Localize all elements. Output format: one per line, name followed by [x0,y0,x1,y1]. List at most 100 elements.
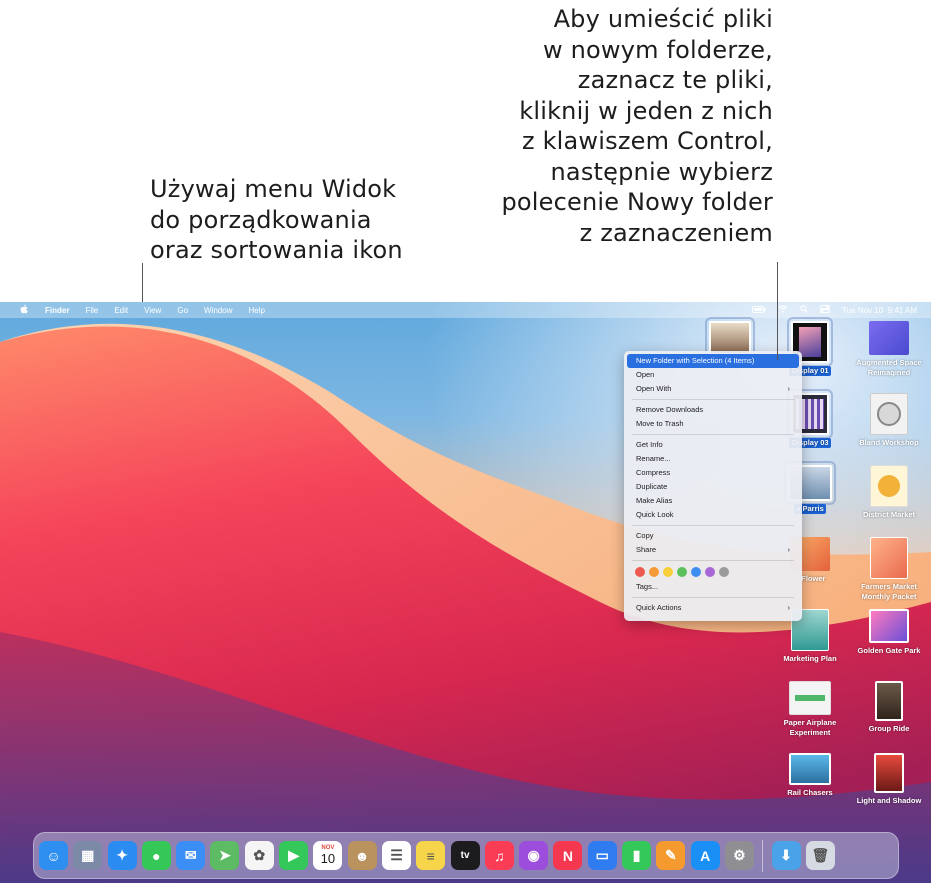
callout-line: zaznacz te pliki, [577,66,773,94]
menu-item-label: Open With [636,384,672,393]
menu-item-new-folder-with-selection[interactable]: New Folder with Selection (4 Items) [627,354,799,368]
messages-icon[interactable]: ● [141,841,171,870]
menu-item-get-info[interactable]: Get Info [627,438,799,452]
tag-color-dot[interactable] [705,567,715,577]
callout-line: do porządkowania [150,205,372,234]
menu-item-share[interactable]: Share › [627,543,799,557]
menu-bar: Finder File Edit View Go Window Help Tue… [0,302,931,318]
desktop-file-paper-airplane[interactable]: Paper Airplane Experiment [770,681,850,738]
calendar-day: 10 [320,851,336,866]
downloads-folder-icon[interactable]: ⬇ [771,841,801,870]
photos-icon[interactable]: ✿ [244,841,274,870]
calendar-icon[interactable]: NOV 10 [313,841,343,870]
menu-item-open[interactable]: Open [627,368,799,382]
pages-icon[interactable]: ✎ [656,841,686,870]
search-icon[interactable] [800,305,808,315]
contacts-icon[interactable]: ☻ [347,841,377,870]
callout-line: oraz sortowania ikon [150,236,403,264]
desktop-file-bland-workshop[interactable]: Bland Workshop [849,393,929,448]
apple-menu-icon[interactable] [12,304,37,316]
menu-item-remove-downloads[interactable]: Remove Downloads [627,403,799,417]
callout-line: Aby umieścić pliki [553,5,773,33]
menu-item-move-to-trash[interactable]: Move to Trash [627,417,799,431]
numbers-icon[interactable]: ▮ [622,841,652,870]
desktop-file-golden-gate-park[interactable]: Golden Gate Park [849,609,929,656]
facetime-icon[interactable]: ▶ [279,841,309,870]
launchpad-icon[interactable]: ▦ [73,841,103,870]
tv-icon[interactable]: tv [450,841,480,870]
desktop-file-light-and-shadow[interactable]: Light and Shadow [849,753,929,806]
menu-finder[interactable]: Finder [37,306,77,315]
reminders-icon[interactable]: ☰ [381,841,411,870]
menu-item-compress[interactable]: Compress [627,466,799,480]
menu-go[interactable]: Go [169,306,196,315]
desktop-file-group-ride[interactable]: Group Ride [849,681,929,734]
menu-item-rename[interactable]: Rename... [627,452,799,466]
safari-icon[interactable]: ✦ [107,841,137,870]
file-label: District Market [862,510,916,519]
menu-item-label: New Folder with Selection (4 Items) [636,356,755,365]
menu-item-open-with[interactable]: Open With › [627,382,799,396]
menu-item-copy[interactable]: Copy [627,529,799,543]
menu-item-quick-look[interactable]: Quick Look [627,508,799,522]
file-thumbnail [875,681,903,721]
menu-item-label: Open [636,370,655,379]
menu-date: Tue Nov 10 [842,305,884,315]
finder-icon[interactable]: ☺ [39,841,68,870]
tag-color-dot[interactable] [677,567,687,577]
menu-separator [632,525,794,526]
menu-item-label: Quick Look [636,510,674,519]
menu-window[interactable]: Window [196,306,240,315]
desktop-file-farmers-market[interactable]: Farmers Market Monthly Packet [849,537,929,602]
menu-edit[interactable]: Edit [106,306,136,315]
tag-color-dot[interactable] [719,567,729,577]
desktop-file-rail-chasers[interactable]: Rail Chasers [770,753,850,798]
file-thumbnail [870,537,908,579]
menu-item-duplicate[interactable]: Duplicate [627,480,799,494]
battery-icon[interactable] [752,305,766,315]
file-label: Farmers Market Monthly Packet [861,582,917,601]
desktop-file-augmented-space[interactable]: Augmented Space Reimagined [849,321,929,378]
menu-help[interactable]: Help [240,306,272,315]
menu-item-label: Compress [636,468,671,477]
tag-color-dot[interactable] [635,567,645,577]
file-label: Light and Shadow [856,796,922,805]
dock: ☺ ▦ ✦ ● ✉ ➤ ✿ ▶ NOV 10 ☻ ☰ ≡ tv ♫ ◉ N ▭ ▮ ✎ A ⚙ ⬇ 🗑 [33,832,899,879]
callout-view-menu: Używaj menu Widok do porządkowania oraz … [150,174,403,266]
music-icon[interactable]: ♫ [484,841,514,870]
tag-color-dot[interactable] [649,567,659,577]
menu-item-label: Get Info [636,440,663,449]
podcasts-icon[interactable]: ◉ [519,841,549,870]
file-thumbnail [874,753,904,793]
menu-file[interactable]: File [77,306,106,315]
desktop-file-photo[interactable] [690,317,770,359]
wifi-icon[interactable] [778,305,788,315]
menu-item-make-alias[interactable]: Make Alias [627,494,799,508]
callout-leader-line [142,263,143,302]
file-label: Paper Airplane Experiment [783,718,837,737]
callout-new-folder: Aby umieścić pliki w nowym folderze, zaz… [501,4,773,248]
news-icon[interactable]: N [553,841,583,870]
tag-color-dot[interactable] [691,567,701,577]
keynote-icon[interactable]: ▭ [587,841,617,870]
menu-separator [632,434,794,435]
desktop-file-district-market[interactable]: District Market [849,465,929,520]
menu-item-tags[interactable]: Tags... [627,580,799,594]
control-center-icon[interactable] [820,305,831,315]
app-store-icon[interactable]: A [690,841,720,870]
tag-color-dot[interactable] [663,567,673,577]
mail-icon[interactable]: ✉ [176,841,206,870]
file-label: Rail Chasers [787,788,833,797]
menu-item-label: Tags... [636,582,659,591]
file-label: Group Ride [868,724,910,733]
menu-item-quick-actions[interactable]: Quick Actions › [627,601,799,615]
trash-icon[interactable]: 🗑 [805,841,835,870]
menu-item-label: Move to Trash [636,419,684,428]
system-preferences-icon[interactable]: ⚙ [724,841,754,870]
menu-clock[interactable]: Tue Nov 10 9:41 AM [842,306,917,315]
maps-icon[interactable]: ➤ [210,841,240,870]
chevron-right-icon: › [787,545,791,554]
notes-icon[interactable]: ≡ [416,841,446,870]
menu-separator [632,399,794,400]
menu-view[interactable]: View [136,306,169,315]
